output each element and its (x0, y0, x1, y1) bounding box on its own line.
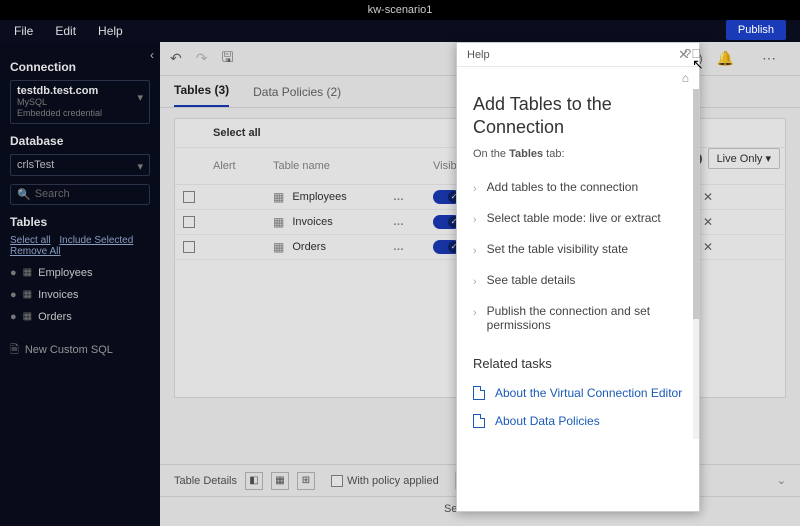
publish-button[interactable]: Publish (726, 20, 786, 40)
scrollbar[interactable] (693, 89, 699, 439)
title-bar: kw-scenario1 (0, 0, 800, 20)
document-icon (473, 386, 485, 400)
help-item[interactable]: ›See table details (473, 265, 683, 296)
chevron-right-icon: › (473, 307, 477, 319)
help-link[interactable]: About Data Policies (473, 407, 683, 435)
help-link[interactable]: About the Virtual Connection Editor (473, 379, 683, 407)
scrollbar-thumb[interactable] (693, 89, 699, 319)
menu-edit[interactable]: Edit (55, 24, 76, 38)
help-subtitle: On the Tables tab: (473, 148, 683, 160)
help-panel: Help ✕ ⌂ Add Tables to the Connection On… (456, 42, 700, 512)
chevron-right-icon: › (473, 214, 477, 226)
window-title: kw-scenario1 (368, 4, 433, 16)
menu-bar: File Edit Help Publish (0, 20, 800, 42)
related-tasks-label: Related tasks (473, 356, 683, 371)
chevron-right-icon: › (473, 245, 477, 257)
chevron-right-icon: › (473, 183, 477, 195)
home-icon[interactable]: ⌂ (682, 71, 689, 89)
help-title: Add Tables to the Connection (473, 93, 683, 138)
help-item[interactable]: ›Publish the connection and set permissi… (473, 296, 683, 340)
menu-file[interactable]: File (14, 24, 33, 38)
help-header: Help (467, 49, 490, 61)
document-icon (473, 414, 485, 428)
chevron-right-icon: › (473, 276, 477, 288)
help-item[interactable]: ›Set the table visibility state (473, 234, 683, 265)
help-item[interactable]: ›Select table mode: live or extract (473, 203, 683, 234)
help-item[interactable]: ›Add tables to the connection (473, 172, 683, 203)
menu-help[interactable]: Help (98, 24, 123, 38)
help-icon[interactable]: ?⃝ (684, 46, 701, 61)
